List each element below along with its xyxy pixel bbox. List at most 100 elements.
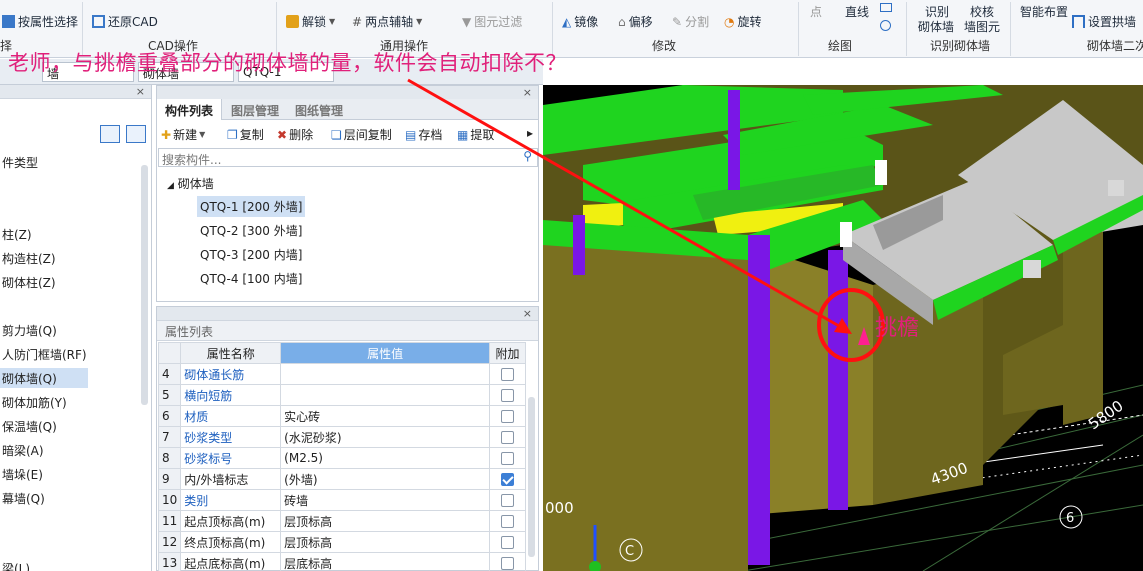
archive-button[interactable]: ▤ 存档 (405, 126, 442, 143)
two-point-axis-button[interactable]: # 两点辅轴 ▼ (352, 13, 422, 30)
property-value[interactable]: 层顶标高 (280, 531, 491, 553)
filter-icon (2, 15, 15, 28)
close-icon[interactable]: × (136, 85, 145, 98)
prop-scrollbar[interactable] (528, 397, 535, 557)
property-value[interactable]: (M2.5) (280, 447, 491, 469)
property-table: 属性名称 属性值 附加 4 砌体通长筋 5 横向短筋 6 材质 实心砖 7 砂浆类型 (水泥砂浆)… (157, 342, 526, 571)
attach-checkbox[interactable] (501, 473, 514, 486)
property-row[interactable]: 5 横向短筋 (157, 384, 526, 406)
delete-button[interactable]: ✖ 删除 (277, 126, 313, 143)
new-button[interactable]: ✚ 新建 ▼ (161, 126, 205, 143)
attach-cell (489, 531, 526, 553)
archive-icon: ▤ (405, 127, 417, 142)
close-icon[interactable]: × (523, 307, 532, 320)
more-icon[interactable]: ▸ (527, 126, 533, 140)
property-name: 内/外墙标志 (180, 468, 282, 490)
property-value[interactable]: (外墙) (280, 468, 491, 490)
property-name: 材质 (180, 405, 282, 427)
new-icon: ✚ (161, 127, 172, 142)
row-index: 13 (157, 552, 182, 571)
nav-masonry-wall[interactable]: 砌体墙(Q) (0, 368, 88, 388)
tree-item-qtq4[interactable]: QTQ-4 [100 内墙] (200, 270, 302, 287)
property-row[interactable]: 10 类别 砖墙 (157, 489, 526, 511)
attach-checkbox[interactable] (501, 557, 514, 570)
nav-construct-column[interactable]: 构造柱(Z) (2, 250, 56, 267)
nav-hidden-beam[interactable]: 暗梁(A) (2, 442, 44, 459)
attach-checkbox[interactable] (501, 431, 514, 444)
building-3d-model[interactable]: 4300 5800 000 C 6 (543, 85, 1143, 571)
nav-shear-wall[interactable]: 剪力墙(Q) (2, 322, 57, 339)
line-button[interactable]: 直线 (845, 3, 869, 20)
list-view-icon[interactable] (100, 125, 120, 143)
restore-cad-button[interactable]: 还原CAD (92, 13, 158, 30)
tree-root[interactable]: ◢ 砌体墙 (167, 175, 214, 192)
nav-masonry-rebar[interactable]: 砌体加筋(Y) (2, 394, 67, 411)
attach-cell (489, 489, 526, 511)
property-row[interactable]: 9 内/外墙标志 (外墙) (157, 468, 526, 490)
property-value[interactable]: 砖墙 (280, 489, 491, 511)
row-index: 9 (157, 468, 182, 490)
search-icon[interactable]: ⚲ (523, 149, 532, 163)
tab-drawing-manage[interactable]: 图纸管理 (287, 99, 351, 120)
property-row[interactable]: 12 终点顶标高(m) 层顶标高 (157, 531, 526, 553)
property-row[interactable]: 11 起点顶标高(m) 层顶标高 (157, 510, 526, 532)
property-row[interactable]: 8 砂浆标号 (M2.5) (157, 447, 526, 469)
extract-button[interactable]: ▦ 提取 (457, 126, 494, 143)
tree-item-qtq3[interactable]: QTQ-3 [200 内墙] (200, 246, 302, 263)
attach-checkbox[interactable] (501, 410, 514, 423)
tab-layer-manage[interactable]: 图层管理 (223, 99, 287, 120)
rotate-button[interactable]: ◔ 旋转 (724, 13, 762, 30)
split-button[interactable]: ✎ 分割 (672, 13, 709, 30)
nav-civil-defense-wall[interactable]: 人防门框墙(RF) (2, 346, 87, 363)
3d-viewport[interactable]: 4300 5800 000 C 6 挑檐 (543, 85, 1143, 571)
property-row[interactable]: 4 砌体通长筋 (157, 363, 526, 385)
tab-component-list[interactable]: 构件列表 (157, 99, 223, 120)
property-row[interactable]: 6 材质 实心砖 (157, 405, 526, 427)
close-icon[interactable]: × (523, 86, 532, 99)
property-value[interactable] (280, 384, 491, 406)
nav-masonry-column[interactable]: 砌体柱(Z) (2, 274, 56, 291)
nav-wall-pier[interactable]: 墙垛(E) (2, 466, 43, 483)
nav-scrollbar[interactable] (141, 165, 148, 405)
property-row[interactable]: 13 起点底标高(m) 层底标高 (157, 552, 526, 571)
row-index: 4 (157, 363, 182, 385)
component-search-input[interactable]: 搜索构件... (158, 148, 538, 167)
unlock-button[interactable]: 解锁 ▼ (286, 13, 335, 30)
offset-button[interactable]: ⌂ 偏移 (618, 13, 653, 30)
nav-insulation-wall[interactable]: 保温墙(Q) (2, 418, 57, 435)
attach-checkbox[interactable] (501, 515, 514, 528)
property-value[interactable]: 实心砖 (280, 405, 491, 427)
rect-button[interactable] (880, 3, 892, 12)
circle-button[interactable] (880, 20, 891, 31)
smart-layout-button[interactable]: 智能布置 (1020, 3, 1068, 20)
attach-checkbox[interactable] (501, 389, 514, 402)
mirror-icon: ◭ (562, 14, 572, 29)
tree-item-qtq2[interactable]: QTQ-2 [300 外墙] (200, 222, 302, 239)
grid-view-icon[interactable] (126, 125, 146, 143)
attach-checkbox[interactable] (501, 536, 514, 549)
nav-column[interactable]: 柱(Z) (2, 226, 32, 243)
set-arch-wall-button[interactable]: 设置拱墙 (1072, 13, 1136, 30)
attach-checkbox[interactable] (501, 452, 514, 465)
point-button[interactable]: 点 (810, 3, 822, 20)
tree-item-qtq1[interactable]: QTQ-1 [200 外墙] (197, 196, 306, 217)
property-row[interactable]: 7 砂浆类型 (水泥砂浆) (157, 426, 526, 448)
filter-elements-button[interactable]: ▼ 图元过滤 (462, 13, 522, 30)
nav-beam[interactable]: 梁(L) (2, 560, 30, 571)
attach-checkbox[interactable] (501, 368, 514, 381)
mirror-button[interactable]: ◭ 镜像 (562, 13, 598, 30)
property-list-panel: × 属性列表 属性名称 属性值 附加 4 砌体通长筋 5 横向短筋 6 材质 实心砖 7 砂浆类… (156, 306, 539, 571)
component-nav-panel: × 件类型 柱(Z) 构造柱(Z) 砌体柱(Z) 剪力墙(Q) 人防门框墙(RF… (0, 85, 152, 571)
select-by-attr-button[interactable]: 按属性选择 (2, 13, 78, 30)
nav-curtain-wall[interactable]: 幕墙(Q) (2, 490, 45, 507)
floor-copy-button[interactable]: ❏ 层间复制 (331, 126, 392, 143)
copy-button[interactable]: ❐ 复制 (227, 126, 264, 143)
property-value[interactable] (280, 363, 491, 385)
property-value[interactable]: (水泥砂浆) (280, 426, 491, 448)
dimension-partial: 000 (545, 499, 574, 517)
row-index: 11 (157, 510, 182, 532)
property-name: 类别 (180, 489, 282, 511)
property-value[interactable]: 层底标高 (280, 552, 491, 571)
attach-checkbox[interactable] (501, 494, 514, 507)
property-value[interactable]: 层顶标高 (280, 510, 491, 532)
